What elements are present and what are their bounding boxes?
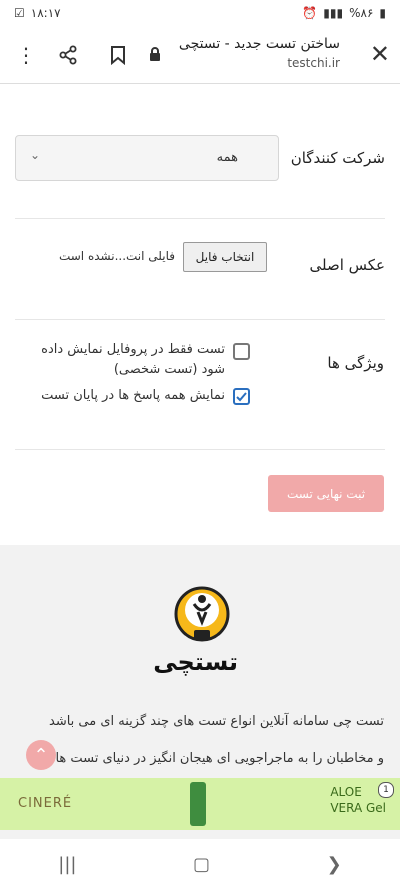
battery-icon: ▮	[379, 6, 386, 20]
footer-description-line-2: و مخاطبان را به ماجراجویی ای هیجان انگیز…	[55, 751, 384, 766]
checkbox-notification-icon: ☑	[14, 6, 25, 20]
bookmark-icon[interactable]	[100, 26, 136, 84]
ad-banner[interactable]: CINERÉ ALOE VERA Gel 1	[0, 778, 400, 830]
page-title: ساختن تست جدید - تستچی	[178, 36, 340, 52]
private-test-label: تست فقط در پروفایل نمایش داده شود (تست ش…	[41, 342, 225, 377]
submit-button[interactable]: ثبت نهایی تست	[268, 475, 384, 512]
ad-badge[interactable]: 1	[378, 782, 394, 798]
check-icon	[236, 392, 247, 402]
participants-row: همه ⌄ شرکت کنندگان	[15, 135, 385, 185]
close-icon[interactable]: ✕	[370, 40, 390, 68]
divider	[15, 218, 385, 219]
features-label: ویژگی ها	[327, 354, 384, 372]
chevron-up-icon: ⌃	[33, 744, 49, 766]
status-left: ☑ ۱۸:۱۷	[14, 6, 61, 20]
status-right: ⏰ ▮▮▮ %۸۶ ▮	[302, 6, 386, 20]
footer-description-line-1: تست چی سامانه آنلاین انواع تست های چند گ…	[49, 714, 384, 729]
page-title-block[interactable]: ساختن تست جدید - تستچی testchi.ir	[179, 36, 340, 70]
lock-icon	[148, 46, 162, 66]
product-tube-image	[190, 782, 206, 826]
ad-left-brand: CINERÉ	[18, 796, 73, 811]
back-to-top-button[interactable]: ⌃	[26, 740, 56, 770]
status-bar: ☑ ۱۸:۱۷ ⏰ ▮▮▮ %۸۶ ▮	[0, 0, 400, 26]
signal-icon: ▮▮▮	[323, 6, 344, 20]
show-answers-checkbox[interactable]	[233, 388, 250, 405]
divider	[15, 449, 385, 450]
main-image-label: عکس اصلی	[309, 256, 386, 274]
browser-toolbar: ⋮ ساختن تست جدید - تستچی testchi.ir ✕	[0, 26, 400, 84]
battery-percent: %۸۶	[349, 6, 374, 20]
alarm-icon: ⏰	[302, 6, 318, 20]
participants-select[interactable]: همه ⌄	[15, 135, 279, 181]
share-icon[interactable]	[50, 26, 86, 84]
lightbulb-logo-icon	[170, 586, 234, 652]
page-url: testchi.ir	[287, 56, 340, 70]
more-vert-icon[interactable]: ⋮	[8, 26, 44, 84]
time-text: ۱۸:۱۷	[30, 6, 61, 20]
recent-apps-icon[interactable]: |||	[58, 854, 76, 875]
participants-selected: همه	[216, 150, 238, 165]
chevron-down-icon: ⌄	[30, 148, 41, 162]
footer-brand: تستچی	[153, 648, 238, 676]
divider	[15, 319, 385, 320]
ad-right-line-2: VERA Gel	[330, 801, 386, 815]
participants-label: شرکت کنندگان	[290, 149, 385, 167]
home-icon[interactable]: ▢	[193, 854, 210, 875]
file-status: فایلی انت...نشده است	[58, 249, 175, 263]
show-answers-label: نمایش همه پاسخ ها در پایان تست	[41, 388, 225, 403]
private-test-checkbox[interactable]	[233, 343, 250, 360]
navigation-bar: ||| ▢ ❯	[0, 839, 400, 889]
back-icon[interactable]: ❯	[327, 854, 342, 875]
main-image-row: انتخاب فایل فایلی انت...نشده است عکس اصل…	[15, 242, 385, 282]
choose-file-button[interactable]: انتخاب فایل	[183, 242, 267, 272]
